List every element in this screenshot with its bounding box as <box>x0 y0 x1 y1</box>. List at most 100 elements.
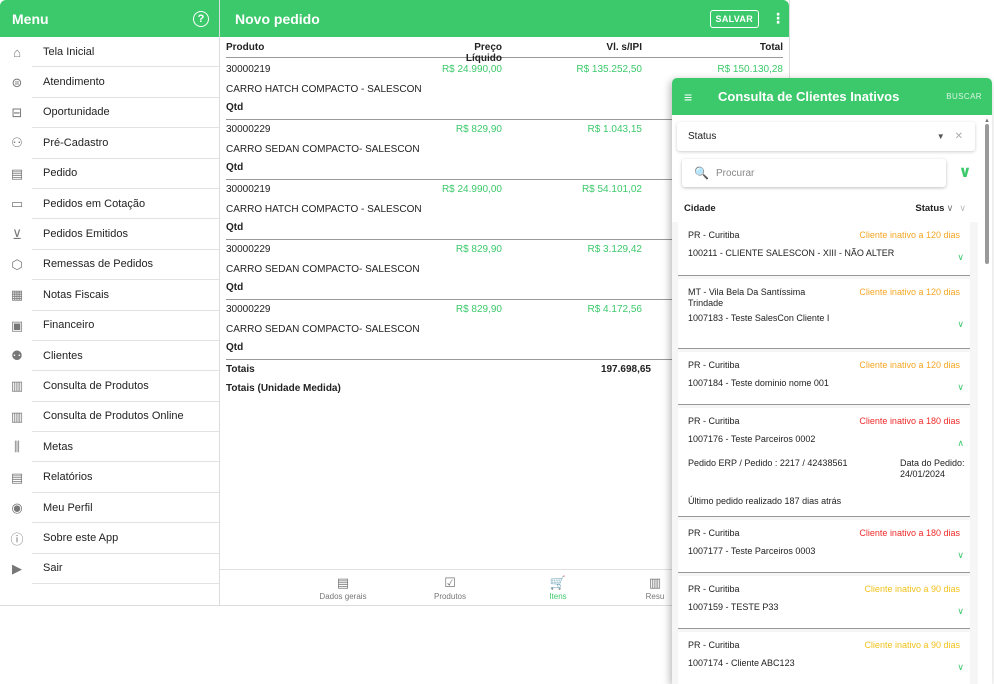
sidebar-item-pedidos-em-cotacao[interactable]: ▭ Pedidos em Cotação <box>0 189 219 220</box>
tab-label: Dados gerais <box>319 592 367 601</box>
client-card[interactable]: PR - Curitiba Cliente inativo a 120 dias 1… <box>678 352 970 405</box>
tab-label: Itens <box>549 592 567 601</box>
order-header: Novo pedido SALVAR ⋮ <box>220 0 789 37</box>
row-total: R$ 150.130,28 <box>717 64 783 75</box>
sidebar-item-financeiro[interactable]: ▣ Financeiro <box>0 311 219 341</box>
order-columns-header: Produto Preço Líquido Vl. s/IPI Total <box>226 42 783 64</box>
sidebar-item-sobre-este-app[interactable]: ⓘ Sobre este App <box>0 523 219 554</box>
tab-produtos[interactable]: ☑ Produtos <box>405 576 495 602</box>
search-box: 🔍 <box>682 159 946 187</box>
secondary-caret-icon[interactable]: ∨ <box>959 203 966 214</box>
sidebar-item-label: Consulta de Produtos Online <box>32 402 219 433</box>
sidebar-item-label: Pedido <box>32 159 219 189</box>
chevron-down-icon[interactable]: ∨ <box>957 252 964 263</box>
product-code: 30000219 <box>226 184 271 195</box>
product-code: 30000219 <box>226 64 271 75</box>
client-card[interactable]: PR - Curitiba Cliente inativo a 180 dias 1… <box>678 520 970 573</box>
chevron-down-icon[interactable]: ∨ <box>957 662 964 673</box>
menu-items: ⌂ Tela Inicial ⊜ Atendimento ⊟ Oportunidade ⚇ P… <box>0 37 219 585</box>
inactivity-status: Cliente inativo a 180 dias <box>859 416 960 426</box>
product-name: CARRO HATCH COMPACTO - SALESCON <box>226 204 422 215</box>
sidebar-item-sair[interactable]: ▶ Sair <box>0 554 219 585</box>
chevron-down-icon[interactable]: ∨ <box>957 382 964 393</box>
sidebar-item-label: Tela Inicial <box>32 37 219 68</box>
sidebar-item-meu-perfil[interactable]: ◉ Meu Perfil <box>0 493 219 524</box>
hamburger-menu-icon[interactable]: ≡ <box>684 89 702 105</box>
product-name: CARRO HATCH COMPACTO - SALESCON <box>226 84 422 95</box>
client-card[interactable]: PR - Curitiba Cliente inativo a 120 dias 1… <box>678 222 970 276</box>
chevron-up-icon[interactable]: ∧ <box>957 438 964 449</box>
erp-order-info: Pedido ERP / Pedido : 2217 / 42438561 <box>688 458 848 468</box>
home-icon: ⌂ <box>13 44 21 60</box>
quantity-label: Qtd <box>226 282 244 293</box>
net-price: R$ 829,90 <box>455 244 502 255</box>
info-icon: ⓘ <box>10 531 24 547</box>
clients-header: ≡ Consulta de Clientes Inativos BUSCAR <box>672 78 992 115</box>
clients-list: PR - Curitiba Cliente inativo a 120 dias 1… <box>672 222 978 684</box>
client-card[interactable]: MT - Vila Bela Da Santíssima Trindade Cli… <box>678 279 970 349</box>
client-city: PR - Curitiba <box>688 528 740 538</box>
clear-icon[interactable]: ✕ <box>955 131 963 142</box>
products-online-icon: ▥ <box>10 408 24 424</box>
order-date: 24/01/2024 <box>900 469 946 479</box>
column-product: Produto <box>226 42 265 53</box>
box-icon: ⬡ <box>11 256 23 272</box>
sidebar-item-label: Sair <box>32 554 219 585</box>
sidebar-item-label: Meu Perfil <box>32 493 219 524</box>
sort-caret-icon[interactable]: ∨ <box>946 203 953 214</box>
inactivity-status: Cliente inativo a 120 dias <box>859 287 960 297</box>
briefcase-icon: ⊟ <box>11 104 23 120</box>
status-column-header[interactable]: Status <box>915 203 944 214</box>
client-city: PR - Curitiba <box>688 640 740 650</box>
tab-dados-gerais[interactable]: ▤ Dados gerais <box>298 576 388 602</box>
dropdown-caret-icon[interactable]: ▼ <box>937 132 945 141</box>
sidebar-item-tela-inicial[interactable]: ⌂ Tela Inicial <box>0 37 219 68</box>
quote-icon: ▭ <box>10 196 24 212</box>
add-user-icon: ⚇ <box>11 135 23 151</box>
sidebar-item-label: Pré-Cadastro <box>32 128 219 159</box>
chevron-down-icon[interactable]: ∨ <box>957 319 964 330</box>
last-order-note: Último pedido realizado 187 dias atrás <box>688 496 842 506</box>
net-price: R$ 829,90 <box>455 304 502 315</box>
client-city: PR - Curitiba <box>688 584 740 594</box>
expand-filters-icon[interactable]: ∨ <box>955 162 975 182</box>
status-filter-label: Status <box>688 131 717 142</box>
help-icon[interactable]: ? <box>193 10 209 27</box>
save-button[interactable]: SALVAR <box>709 9 759 28</box>
sidebar-item-atendimento[interactable]: ⊜ Atendimento <box>0 67 219 98</box>
sidebar-item-pedidos-emitidos[interactable]: ⊻ Pedidos Emitidos <box>0 219 219 250</box>
client-card[interactable]: PR - Curitiba Cliente inativo a 180 dias 1… <box>678 408 970 517</box>
client-card[interactable]: PR - Curitiba Cliente inativo a 90 dias 10… <box>678 632 970 684</box>
chevron-down-icon[interactable]: ∨ <box>957 606 964 617</box>
client-city: PR - Curitiba <box>688 360 740 370</box>
value-without-ipi: R$ 4.172,56 <box>587 304 643 315</box>
more-options-icon[interactable]: ⋮ <box>771 10 785 27</box>
sidebar-item-relatorios[interactable]: ▤ Relatórios <box>0 462 219 493</box>
sidebar-item-pre-cadastro[interactable]: ⚇ Pré-Cadastro <box>0 128 219 159</box>
chevron-down-icon[interactable]: ∨ <box>957 550 964 561</box>
sidebar-item-label: Consulta de Produtos <box>32 371 219 402</box>
city-column-header: Cidade <box>684 202 716 214</box>
sidebar-item-notas-fiscais[interactable]: ▦ Notas Fiscais <box>0 280 219 311</box>
sidebar-item-label: Oportunidade <box>32 98 219 129</box>
sidebar-item-consulta-de-produtos[interactable]: ▥ Consulta de Produtos <box>0 371 219 402</box>
sidebar-item-metas[interactable]: ⫼ Metas <box>0 432 219 463</box>
sidebar-item-clientes[interactable]: ⚉ Clientes <box>0 341 219 372</box>
client-card[interactable]: PR - Curitiba Cliente inativo a 90 dias 10… <box>678 576 970 629</box>
search-input[interactable] <box>716 167 946 179</box>
client-city: PR - Curitiba <box>688 230 740 240</box>
net-price: R$ 829,90 <box>455 124 502 135</box>
totals-label: Totais <box>226 364 255 375</box>
net-price: R$ 24.990,00 <box>441 184 502 195</box>
status-filter-select[interactable]: Status ▼ ✕ <box>677 122 975 151</box>
document-icon: ▤ <box>10 165 24 181</box>
sidebar-item-oportunidade[interactable]: ⊟ Oportunidade <box>0 98 219 129</box>
sidebar-item-label: Relatórios <box>32 462 219 493</box>
sidebar-item-remessas-de-pedidos[interactable]: ⬡ Remessas de Pedidos <box>0 250 219 281</box>
clients-list-header: Cidade Status ∨ ∨ <box>672 198 978 218</box>
sidebar-item-consulta-de-produtos-online[interactable]: ▥ Consulta de Produtos Online <box>0 402 219 433</box>
sidebar-item-pedido[interactable]: ▤ Pedido <box>0 159 219 189</box>
search-button[interactable]: BUSCAR <box>946 92 982 101</box>
tab-itens[interactable]: 🛒 Itens <box>513 576 603 602</box>
scrollbar[interactable] <box>985 124 989 264</box>
